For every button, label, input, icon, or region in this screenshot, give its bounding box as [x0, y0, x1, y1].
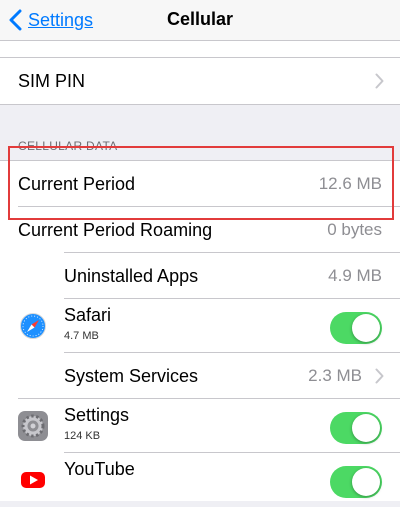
current-period-row: Current Period 12.6 MB [0, 161, 400, 207]
app-usage: 4.7 MB [64, 330, 99, 342]
current-period-label: Current Period [18, 174, 136, 194]
app-name: YouTube [64, 459, 135, 479]
app-row-settings: Settings 124 KB [0, 399, 400, 453]
chevron-right-icon [375, 368, 384, 384]
sim-pin-group: SIM PIN [0, 57, 400, 105]
uninstalled-apps-row: Uninstalled Apps 4.9 MB [0, 253, 400, 299]
previous-group [0, 41, 400, 58]
navigation-bar: Settings Cellular [0, 0, 400, 41]
chevron-right-icon [375, 73, 384, 89]
toggle-knob [352, 468, 380, 496]
youtube-cellular-toggle[interactable] [330, 466, 382, 498]
uninstalled-apps-value: 4.9 MB [328, 266, 382, 285]
sim-pin-label: SIM PIN [18, 71, 86, 91]
cellular-data-group: Current Period 12.6 MB Current Period Ro… [0, 160, 400, 501]
toggle-knob [352, 314, 380, 342]
settings-gear-icon [18, 411, 48, 441]
system-services-row[interactable]: System Services 2.3 MB [0, 353, 400, 399]
system-services-label: System Services [64, 366, 199, 386]
page-title: Cellular [166, 9, 234, 29]
toggle-knob [352, 414, 380, 442]
uninstalled-apps-label: Uninstalled Apps [64, 266, 199, 286]
app-name: Safari [64, 305, 112, 325]
app-row-youtube: YouTube [0, 453, 400, 507]
app-row-safari: Safari 4.7 MB [0, 299, 400, 353]
safari-cellular-toggle[interactable] [330, 312, 382, 344]
current-period-value: 12.6 MB [318, 174, 382, 193]
app-usage: 124 KB [64, 430, 101, 442]
safari-compass-icon [18, 311, 48, 341]
section-header-cellular-data: CELLULAR DATA [18, 139, 118, 153]
youtube-icon [18, 465, 48, 495]
app-name: Settings [64, 405, 130, 425]
current-period-roaming-label: Current Period Roaming [18, 220, 213, 240]
sim-pin-row[interactable]: SIM PIN [0, 58, 400, 104]
current-period-roaming-row: Current Period Roaming 0 bytes [0, 207, 400, 253]
system-services-value: 2.3 MB [308, 366, 362, 385]
current-period-roaming-value: 0 bytes [327, 220, 382, 239]
settings-cellular-toggle[interactable] [330, 412, 382, 444]
